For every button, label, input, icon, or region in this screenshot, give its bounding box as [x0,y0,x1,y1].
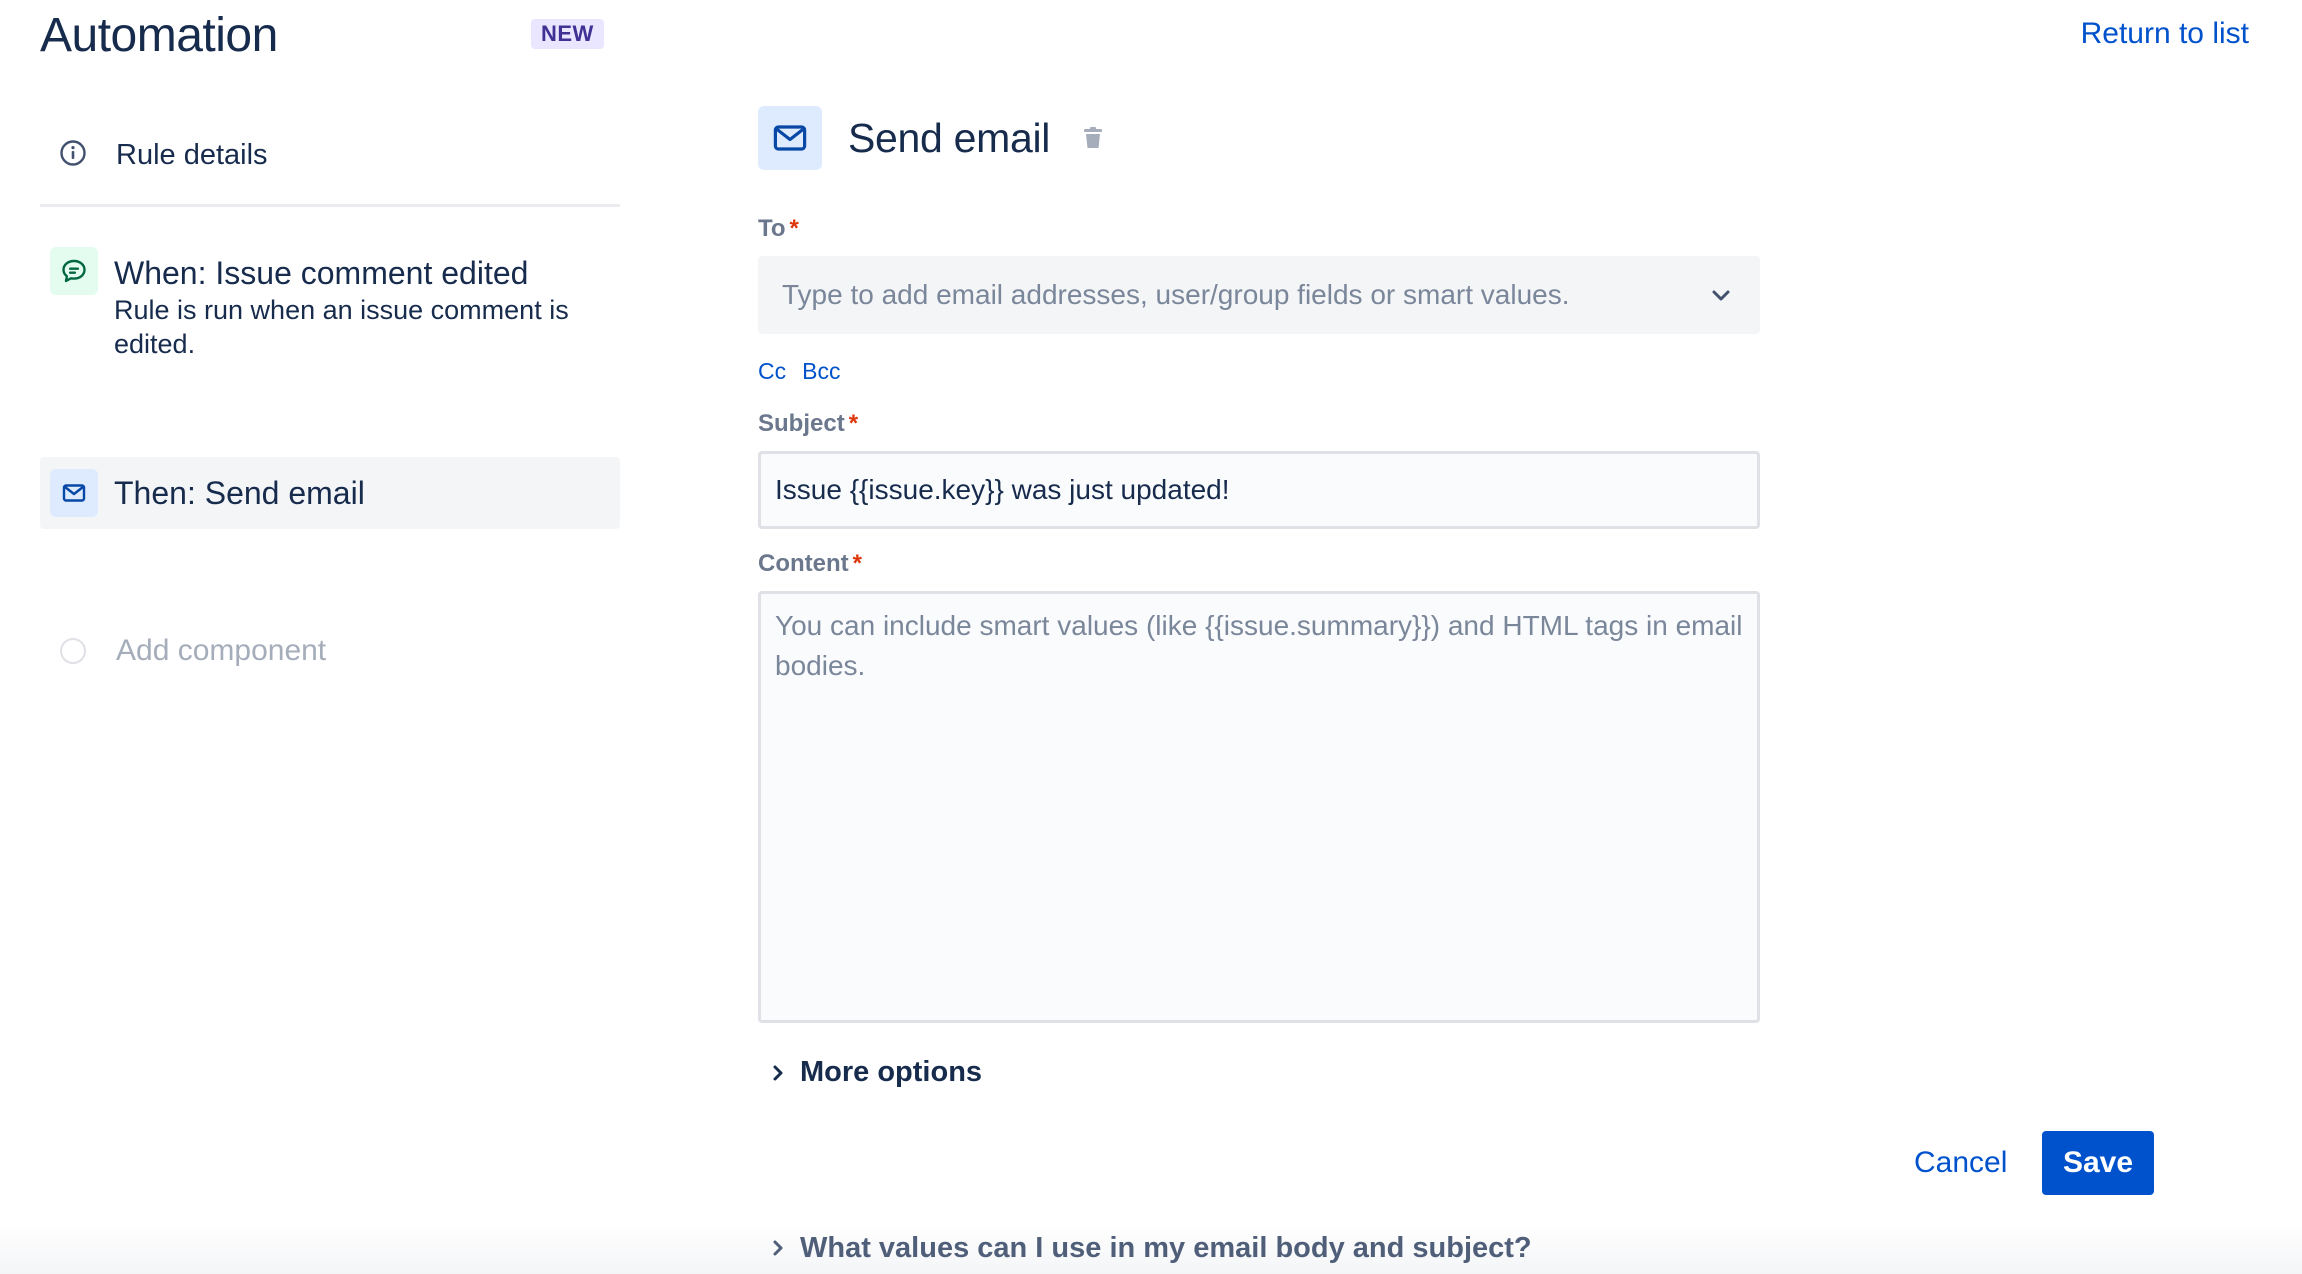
chevron-right-icon [764,1234,792,1262]
envelope-icon [50,469,98,517]
add-component-circle-icon [60,638,86,664]
subject-label-text: Subject [758,410,845,437]
rule-details-label: Rule details [116,139,268,171]
trigger-title: When: Issue comment edited [114,255,529,291]
automation-page: Automation NEW Return to list Rule detai… [0,0,2302,1274]
more-options-toggle[interactable]: More options [758,1056,1758,1089]
save-button[interactable]: Save [2042,1131,2154,1195]
chevron-right-icon [764,1059,792,1087]
trigger-description: Rule is run when an issue comment is edi… [114,295,569,359]
subject-field-label: Subject * [758,409,1758,439]
action-config-panel: Send email To * Type to add email address… [758,106,1760,1089]
action-heading: Send email [848,114,1051,161]
sidebar-item-send-email[interactable]: Then: Send email [40,457,620,529]
to-placeholder: Type to add email addresses, user/group … [782,279,1570,310]
page-title: Automation [40,9,278,62]
to-recipients-select[interactable]: Type to add email addresses, user/group … [758,256,1760,334]
content-label-text: Content [758,550,849,577]
envelope-icon [758,106,822,170]
add-component-label: Add component [116,634,327,667]
cc-bcc-row: Cc Bcc [758,358,1758,385]
rule-sidebar: Rule details When: Issue comment edited … [40,112,620,669]
to-field-label: To * [758,214,1758,244]
more-options-label: More options [800,1056,983,1088]
help-label: What values can I use in my email body a… [800,1231,1532,1264]
sidebar-item-rule-details[interactable]: Rule details [40,112,620,207]
new-badge: NEW [531,19,604,49]
comment-icon [50,247,98,295]
cc-link[interactable]: Cc [758,358,786,385]
content-field-label: Content * [758,549,1758,579]
action-header: Send email [758,106,1758,170]
return-to-list-link[interactable]: Return to list [2081,14,2249,54]
add-component-button[interactable]: Add component [40,633,620,669]
help-toggle[interactable]: What values can I use in my email body a… [758,1222,2302,1274]
trash-icon[interactable] [1078,123,1108,153]
info-icon [58,138,88,168]
required-mark: * [852,550,862,577]
sidebar-item-trigger[interactable]: When: Issue comment edited Rule is run w… [40,247,620,361]
required-mark: * [789,215,799,242]
content-textarea[interactable] [758,591,1760,1023]
cancel-button[interactable]: Cancel [1900,1131,2021,1195]
bcc-link[interactable]: Bcc [802,358,840,385]
chevron-down-icon[interactable] [1706,280,1736,310]
required-mark: * [848,410,859,437]
action-title: Then: Send email [114,475,365,511]
subject-input[interactable] [758,451,1760,529]
to-label-text: To [758,215,786,242]
